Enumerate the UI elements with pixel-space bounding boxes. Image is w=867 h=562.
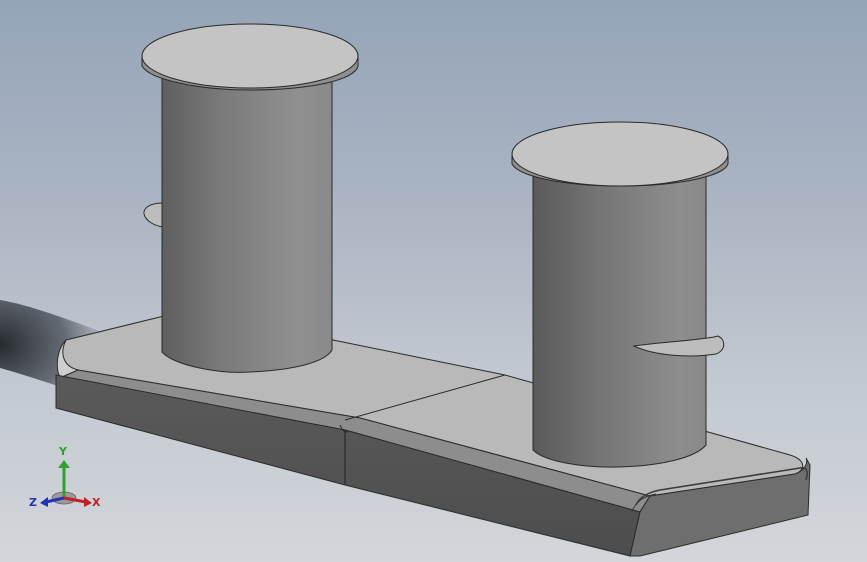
bollard-left-cap-top (141, 23, 359, 89)
bollard-left-body (161, 71, 333, 373)
bollard-left (141, 23, 359, 373)
triad-x-arrow (84, 497, 92, 507)
bollard-model[interactable] (0, 0, 867, 562)
bollard-left-fin (143, 202, 164, 228)
triad-y-arrow (58, 460, 70, 468)
bollard-right-body (532, 174, 707, 468)
triad-y-label: Y (58, 445, 68, 458)
bollard-right (511, 121, 729, 468)
triad-z-label: Z (29, 496, 37, 509)
graphics-viewport[interactable]: Y X Z (0, 0, 867, 562)
triad-z-arrow (40, 497, 48, 507)
bollard-right-cap-top (511, 121, 729, 187)
reference-triad: Y X Z (26, 440, 106, 520)
triad-x-label: X (92, 496, 101, 509)
